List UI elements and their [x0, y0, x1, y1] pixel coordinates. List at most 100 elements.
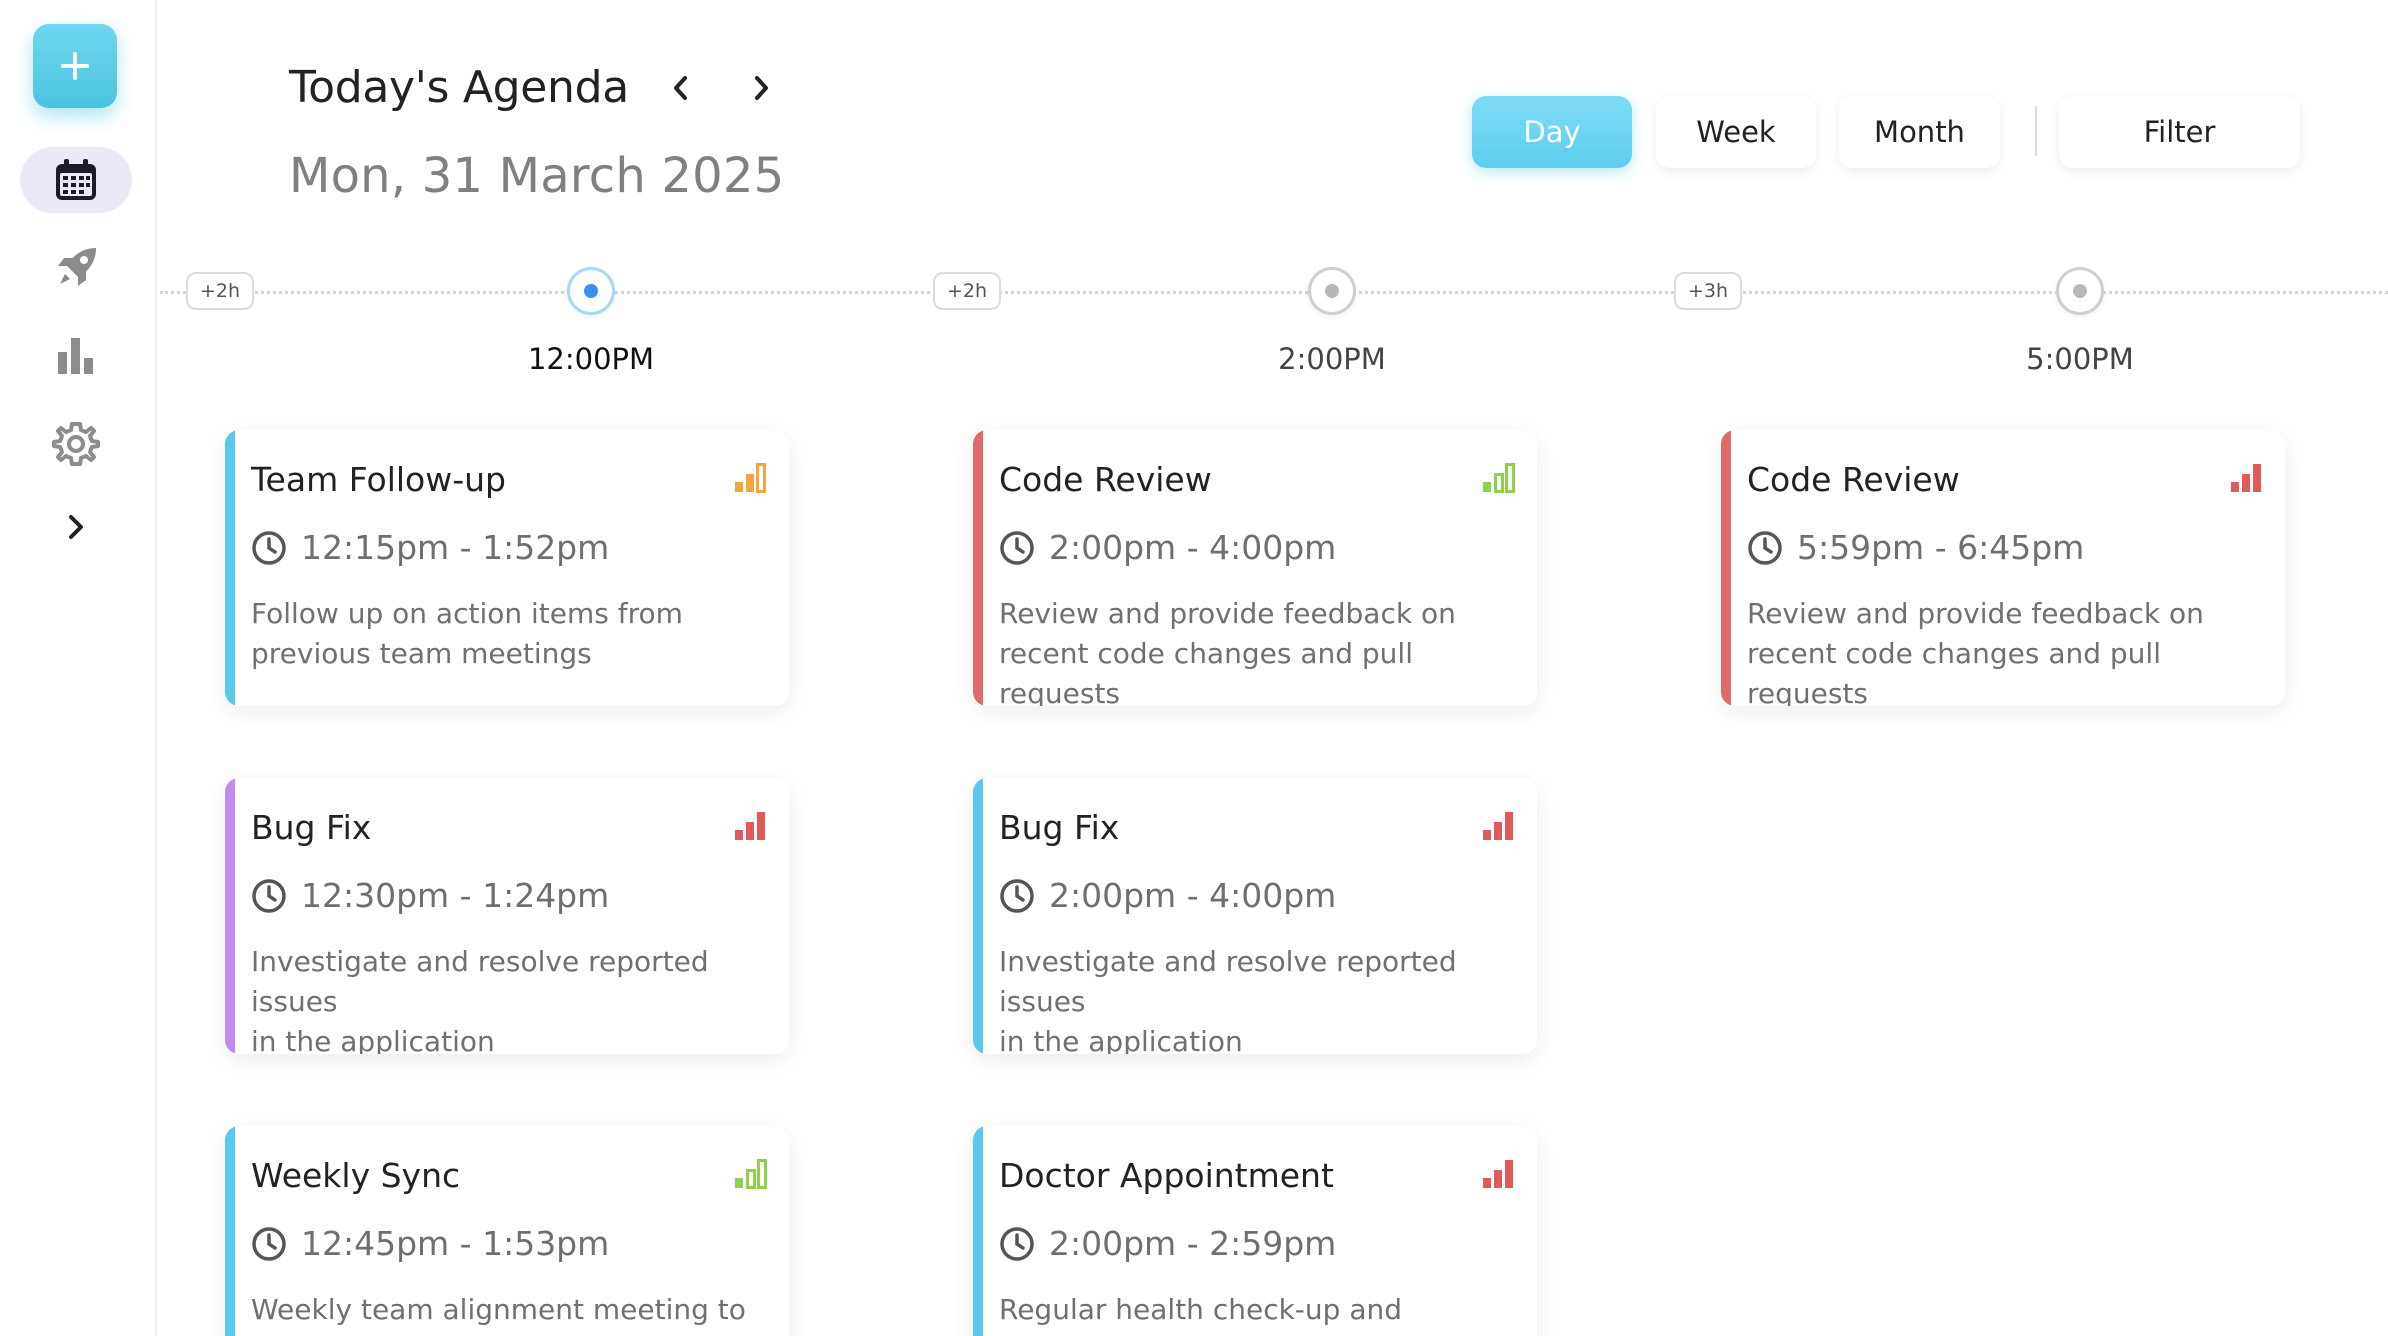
chevron-right-icon: [69, 515, 83, 539]
view-week-button[interactable]: Week: [1656, 96, 1816, 168]
time-gap-badge: +3h: [1674, 272, 1743, 310]
gear-icon: [52, 422, 100, 466]
event-time: 12:30pm - 1:24pm: [251, 876, 609, 915]
clock-icon: [1000, 530, 1034, 565]
node-dot: [2073, 284, 2087, 298]
chevron-left-icon: [674, 76, 687, 100]
time-gap-badge: +2h: [933, 272, 1002, 310]
clock-icon: [252, 878, 286, 913]
priority-high-icon: [1483, 812, 1513, 840]
event-description: Investigate and resolve reported issues …: [999, 942, 1535, 1054]
timeline-node-12pm[interactable]: [567, 267, 615, 315]
sidebar-item-settings[interactable]: [20, 411, 132, 477]
calendar-icon: [56, 159, 96, 200]
view-day-button[interactable]: Day: [1472, 96, 1632, 168]
event-time-text: 12:30pm - 1:24pm: [301, 876, 610, 915]
event-time: 5:59pm - 6:45pm: [1747, 528, 2084, 567]
event-description: Follow up on action items from previous …: [251, 594, 787, 674]
event-time: 2:00pm - 2:59pm: [999, 1224, 1336, 1263]
event-title: Weekly Sync: [251, 1156, 461, 1195]
event-time-text: 5:59pm - 6:45pm: [1797, 528, 2085, 567]
filter-button[interactable]: Filter: [2059, 96, 2300, 168]
time-slot-label: 2:00PM: [1278, 342, 1386, 376]
sidebar-expand[interactable]: [20, 494, 132, 560]
event-card[interactable]: Bug Fix 2:00pm - 4:00pm Investigate and …: [973, 778, 1537, 1054]
event-title: Doctor Appointment: [999, 1156, 1334, 1195]
event-card[interactable]: Code Review 2:00pm - 4:00pm Review and p…: [973, 430, 1537, 706]
clock-icon: [1748, 530, 1782, 565]
event-title: Bug Fix: [251, 808, 372, 847]
event-description-line: previous team meetings: [251, 637, 592, 670]
next-day-button[interactable]: [739, 66, 783, 110]
event-time: 12:15pm - 1:52pm: [251, 528, 609, 567]
priority-low-icon: [735, 1159, 767, 1189]
bar-chart-icon: [58, 338, 93, 374]
add-event-button[interactable]: [33, 24, 117, 108]
event-description-line: Follow up on action items from: [251, 597, 683, 630]
clock-icon: [252, 1226, 286, 1261]
event-color-bar: [973, 1126, 983, 1336]
agenda-app: Today's Agenda Mon, 31 March 2025 Day We…: [0, 0, 2388, 1336]
divider: [2035, 106, 2037, 156]
event-card[interactable]: Team Follow-up 12:15pm - 1:52pm Follow u…: [225, 430, 789, 706]
event-description-line: Review and provide feedback on: [999, 597, 1456, 630]
view-month-button[interactable]: Month: [1839, 96, 2000, 168]
event-color-bar: [225, 430, 235, 706]
event-description-line: recent code changes and pull requests: [1747, 637, 2161, 706]
timeline-node-2pm[interactable]: [1308, 267, 1356, 315]
priority-low-icon: [1483, 463, 1515, 493]
time-gap-badge: +2h: [186, 272, 255, 310]
event-description: Regular health check-up and: [999, 1290, 1535, 1330]
event-card[interactable]: Code Review 5:59pm - 6:45pm Review and p…: [1721, 430, 2285, 706]
sidebar-item-launch[interactable]: [20, 235, 132, 301]
event-color-bar: [973, 430, 983, 706]
timeline-node-5pm[interactable]: [2056, 267, 2104, 315]
event-title: Code Review: [1747, 460, 1960, 499]
event-card[interactable]: Doctor Appointment 2:00pm - 2:59pm Regul…: [973, 1126, 1537, 1336]
event-description: Review and provide feedback on recent co…: [999, 594, 1535, 706]
event-description: Investigate and resolve reported issues …: [251, 942, 787, 1054]
event-description-line: Investigate and resolve reported issues: [251, 945, 709, 1018]
sidebar-item-analytics[interactable]: [20, 323, 132, 389]
event-card[interactable]: Weekly Sync 12:45pm - 1:53pm Weekly team…: [225, 1126, 789, 1336]
sidebar-item-calendar[interactable]: [20, 147, 132, 213]
event-description-line: Regular health check-up and: [999, 1293, 1403, 1326]
priority-high-icon: [2231, 464, 2261, 492]
page-title: Today's Agenda: [289, 62, 629, 113]
event-title: Bug Fix: [999, 808, 1120, 847]
event-card[interactable]: Bug Fix 12:30pm - 1:24pm Investigate and…: [225, 778, 789, 1054]
clock-icon: [252, 530, 286, 565]
clock-icon: [1000, 878, 1034, 913]
event-time: 12:45pm - 1:53pm: [251, 1224, 609, 1263]
event-time-text: 2:00pm - 2:59pm: [1049, 1224, 1337, 1263]
node-dot: [1325, 284, 1339, 298]
event-time: 2:00pm - 4:00pm: [999, 528, 1336, 567]
event-title: Code Review: [999, 460, 1212, 499]
event-color-bar: [225, 1126, 235, 1336]
previous-day-button[interactable]: [659, 66, 703, 110]
event-description: Review and provide feedback on recent co…: [1747, 594, 2283, 706]
event-description: Weekly team alignment meeting to: [251, 1290, 787, 1330]
event-color-bar: [225, 778, 235, 1054]
event-time-text: 2:00pm - 4:00pm: [1049, 876, 1337, 915]
plus-icon: [61, 52, 89, 80]
rocket-icon: [58, 248, 96, 286]
priority-medium-icon: [735, 463, 766, 493]
event-time: 2:00pm - 4:00pm: [999, 876, 1336, 915]
event-color-bar: [973, 778, 983, 1054]
time-slot-label: 5:00PM: [2026, 342, 2134, 376]
event-description-line: Review and provide feedback on: [1747, 597, 2204, 630]
event-description-line: in the application: [251, 1025, 495, 1054]
event-description-line: in the application: [999, 1025, 1243, 1054]
sidebar: [0, 0, 157, 1336]
priority-high-icon: [735, 812, 765, 840]
clock-icon: [1000, 1226, 1034, 1261]
timeline-track: [160, 291, 2388, 294]
event-time-text: 2:00pm - 4:00pm: [1049, 528, 1337, 567]
event-time-text: 12:15pm - 1:52pm: [301, 528, 610, 567]
event-description-line: recent code changes and pull requests: [999, 637, 1413, 706]
event-time-text: 12:45pm - 1:53pm: [301, 1224, 610, 1263]
node-dot: [584, 284, 598, 298]
event-title: Team Follow-up: [251, 460, 506, 499]
time-slot-label: 12:00PM: [527, 342, 655, 376]
